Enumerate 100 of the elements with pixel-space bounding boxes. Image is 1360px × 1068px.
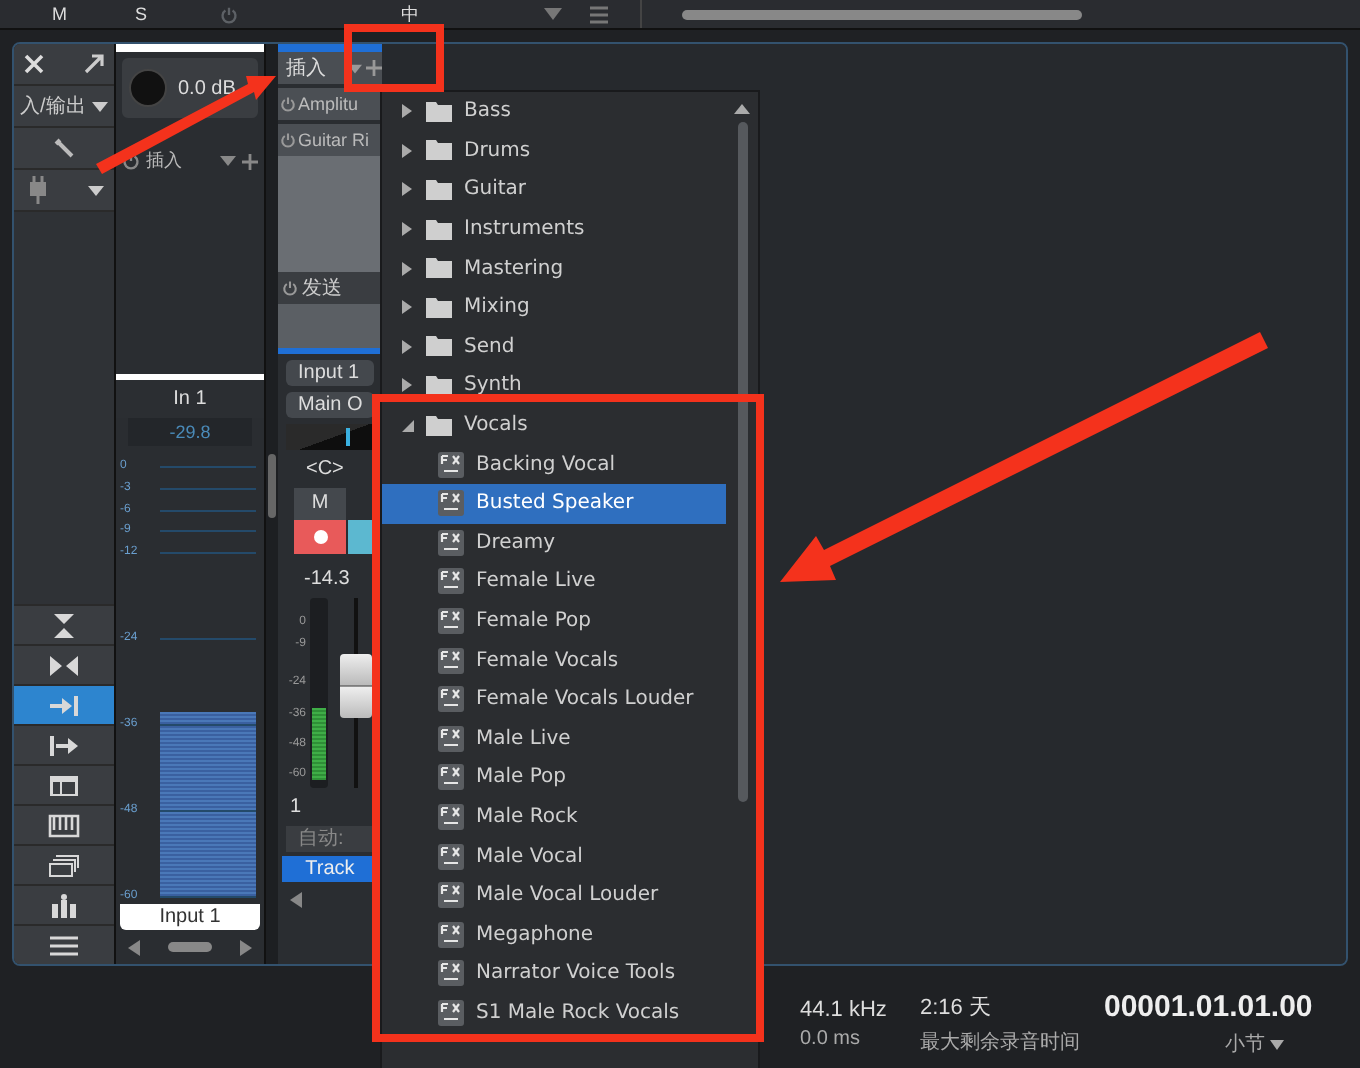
expand-icon[interactable] [84, 54, 104, 74]
power-icon[interactable] [122, 152, 140, 170]
input-arrow-icon [48, 693, 80, 717]
fx-chain-icon [438, 725, 464, 752]
scrollbar-thumb[interactable] [168, 942, 212, 952]
insert-slot-area [278, 156, 382, 272]
preset-item[interactable]: Backing Vocal [382, 444, 726, 484]
plug-icon[interactable] [24, 174, 52, 206]
folder-item[interactable]: Send [382, 327, 726, 367]
folder-item[interactable]: Synth [382, 366, 726, 406]
view-button[interactable] [14, 684, 114, 724]
view-button[interactable] [14, 924, 114, 964]
scroll-right-icon[interactable] [240, 939, 252, 955]
caret-icon[interactable] [88, 185, 104, 195]
fx-chain-icon [438, 803, 464, 830]
io-dropdown[interactable]: 入/输出 [14, 86, 114, 128]
preset-item[interactable]: Male Pop [382, 758, 726, 798]
collapsed-icon[interactable] [402, 261, 414, 276]
scroll-left-icon[interactable] [128, 939, 140, 955]
folder-icon [426, 219, 452, 240]
pan-marker[interactable] [345, 428, 350, 446]
insert-slot[interactable]: Amplitu [278, 88, 382, 120]
peak-value: -29.8 [128, 418, 252, 446]
add-icon[interactable] [366, 60, 382, 76]
record-time-label: 最大剩余录音时间 [920, 1029, 1082, 1056]
power-icon[interactable] [282, 280, 298, 296]
caret-icon[interactable] [92, 101, 108, 111]
folder-item[interactable]: Guitar [382, 170, 726, 210]
preset-item[interactable]: Female Pop [382, 601, 726, 641]
collapsed-icon[interactable] [402, 378, 414, 393]
folder-item[interactable]: Bass [382, 92, 726, 132]
preset-item[interactable]: Busted Speaker [382, 483, 726, 524]
power-icon[interactable] [280, 132, 296, 148]
folder-item[interactable]: Vocals [382, 405, 726, 445]
channel-number: 1 [288, 794, 304, 822]
add-icon[interactable] [242, 153, 258, 169]
channel-label[interactable]: Input 1 [120, 904, 260, 930]
collapsed-icon[interactable] [402, 339, 414, 354]
view-button[interactable] [14, 604, 114, 644]
preset-item[interactable]: S1 Male Rock Vocals [382, 993, 726, 1033]
preset-item[interactable]: Male Vocal Louder [382, 875, 726, 915]
folder-item[interactable]: Mastering [382, 248, 726, 288]
collapsed-icon[interactable] [402, 104, 414, 119]
preset-item[interactable]: Female Live [382, 562, 726, 602]
record-button[interactable] [294, 520, 346, 554]
folder-icon [426, 101, 452, 122]
menu-icon[interactable] [589, 5, 608, 23]
mute-label[interactable]: M [52, 4, 67, 24]
output-selector[interactable]: Main O [286, 392, 374, 418]
fx-chain-icon [438, 999, 464, 1026]
preset-item[interactable]: Dreamy [382, 523, 726, 563]
view-button[interactable] [14, 884, 114, 924]
wrench-icon[interactable] [53, 137, 75, 159]
preset-item[interactable]: Male Vocal [382, 836, 726, 876]
scroll-left-icon[interactable] [290, 891, 302, 907]
folder-icon [426, 336, 452, 357]
preset-item[interactable]: Megaphone [382, 914, 726, 955]
insert-slot[interactable]: Guitar Ri [278, 124, 382, 156]
view-button[interactable] [14, 644, 114, 684]
folder-item[interactable]: Drums [382, 131, 726, 171]
input-selector[interactable]: Input 1 [286, 360, 374, 386]
scrollbar-thumb[interactable] [737, 122, 747, 802]
close-icon[interactable] [24, 54, 44, 74]
scrollbar-thumb[interactable] [268, 454, 276, 518]
caret-icon[interactable] [220, 156, 236, 166]
bars-icon [48, 893, 80, 917]
collapsed-icon[interactable] [402, 143, 414, 158]
latency: 0.0 ms [800, 1028, 863, 1050]
power-icon[interactable] [280, 96, 296, 112]
center-label[interactable]: 中 [401, 1, 420, 27]
output-arrow-icon [48, 733, 80, 757]
view-button[interactable] [14, 804, 114, 844]
send-label: 发送 [302, 276, 342, 302]
scroll-up-icon[interactable] [734, 104, 750, 114]
expanded-icon[interactable] [402, 418, 414, 433]
channel-label[interactable]: Track [282, 856, 378, 882]
folder-icon [426, 140, 452, 161]
folder-icon [426, 297, 452, 318]
collapsed-icon[interactable] [402, 222, 414, 237]
preset-item[interactable]: Female Vocals Louder [382, 679, 726, 719]
fx-chain-icon [438, 490, 464, 517]
view-button[interactable] [14, 724, 114, 764]
list-icon [48, 933, 80, 957]
position-unit-dropdown[interactable]: 小节 [1224, 1030, 1285, 1058]
preset-item[interactable]: Male Live [382, 719, 726, 759]
collapsed-icon[interactable] [402, 182, 414, 197]
caret-icon[interactable] [1270, 1039, 1285, 1049]
folder-item[interactable]: Mixing [382, 287, 726, 328]
view-button[interactable] [14, 764, 114, 804]
folder-icon [426, 415, 452, 436]
preset-item[interactable]: Narrator Voice Tools [382, 954, 726, 994]
collapsed-icon[interactable] [402, 300, 414, 315]
folder-item[interactable]: Instruments [382, 209, 726, 249]
view-button[interactable] [14, 844, 114, 884]
preset-item[interactable]: Female Vocals [382, 640, 726, 680]
pan-value: <C> [306, 456, 346, 484]
solo-label[interactable]: S [135, 4, 148, 24]
preset-item[interactable]: Male Rock [382, 797, 726, 837]
caret-icon[interactable] [543, 8, 562, 20]
mute-button[interactable]: M [294, 488, 346, 520]
